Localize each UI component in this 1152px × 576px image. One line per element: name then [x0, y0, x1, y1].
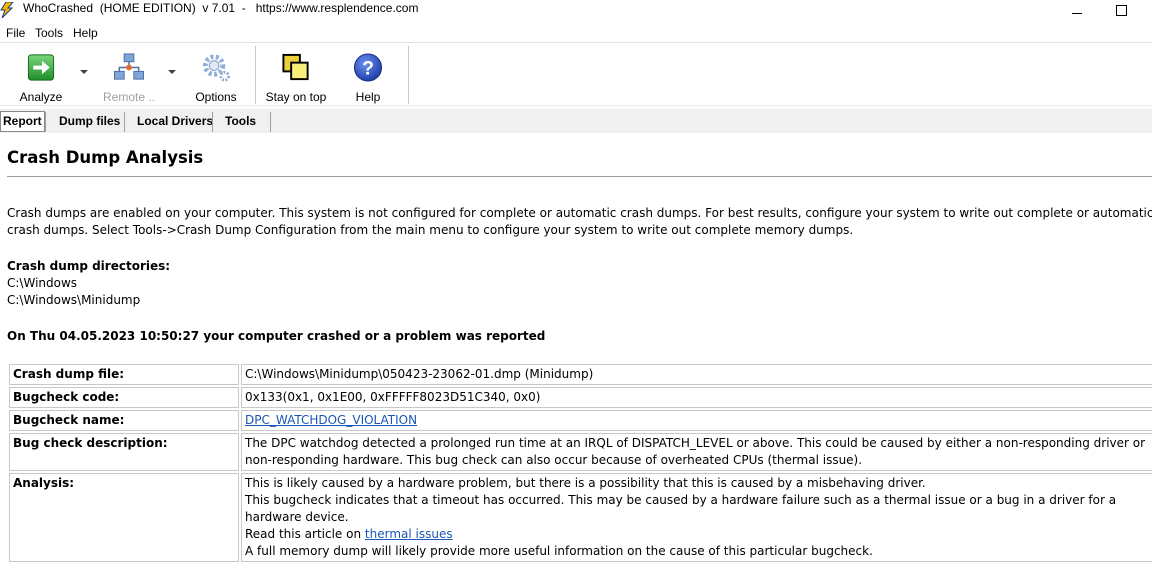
toolbar-divider — [255, 46, 256, 104]
analysis-key: Analysis: — [9, 473, 239, 562]
maximize-icon — [1115, 4, 1127, 16]
tab-bar: Report Dump files Local Drivers Tools — [0, 109, 1152, 133]
dump-file-key: Crash dump file: — [9, 364, 239, 385]
crash-summary: On Thu 04.05.2023 10:50:27 your computer… — [7, 329, 546, 343]
minimize-button[interactable] — [1054, 0, 1100, 20]
dump-dirs-title: Crash dump directories: — [7, 259, 171, 273]
analysis-read-prefix: Read this article on — [245, 527, 365, 541]
menu-tools[interactable]: Tools — [35, 26, 63, 40]
intro-text: Crash dumps are enabled on your computer… — [7, 206, 1152, 237]
bugcheck-name-key: Bugcheck name: — [9, 410, 239, 431]
tab-dump-files[interactable]: Dump files — [57, 112, 122, 131]
description-key: Bug check description: — [9, 433, 239, 471]
analysis-read-line: Read this article on thermal issues — [245, 526, 1151, 543]
table-row: Bugcheck code: 0x133(0x1, 0x1E00, 0xFFFF… — [9, 387, 1152, 408]
bugcheck-code-value: 0x133(0x1, 0x1E00, 0xFFFFF8023D51C340, 0… — [241, 387, 1152, 408]
minimize-icon — [1072, 12, 1082, 14]
table-row: Bug check description: The DPC watchdog … — [9, 433, 1152, 471]
stay-on-top-label: Stay on top — [265, 90, 327, 104]
options-button[interactable]: Options — [192, 44, 240, 104]
menu-file[interactable]: File — [6, 26, 25, 40]
analyze-label: Analyze — [19, 90, 63, 104]
analysis-cell: This is likely caused by a hardware prob… — [241, 473, 1152, 562]
thermal-issues-link[interactable]: thermal issues — [365, 527, 453, 541]
dump-dir-item: C:\Windows\Minidump — [7, 293, 141, 307]
bugcheck-name-link[interactable]: DPC_WATCHDOG_VIOLATION — [245, 413, 417, 427]
gear-icon — [202, 54, 231, 82]
remote-dropdown-icon[interactable] — [168, 70, 176, 74]
remote-label: Remote .. — [102, 90, 156, 104]
tab-divider — [212, 112, 213, 132]
options-label: Options — [195, 90, 237, 104]
dump-file-value: C:\Windows\Minidump\050423-23062-01.dmp … — [241, 364, 1152, 385]
tab-divider — [45, 112, 46, 132]
toolbar: Analyze Remote .. Options Stay on top ? … — [0, 44, 1152, 106]
page-title: Crash Dump Analysis — [7, 148, 204, 167]
toolbar-divider-end — [408, 46, 409, 104]
svg-text:?: ? — [362, 57, 374, 79]
help-question-icon: ? — [353, 53, 383, 82]
tab-divider — [270, 112, 271, 132]
analysis-line: A full memory dump will likely provide m… — [245, 544, 873, 558]
tab-local-drivers[interactable]: Local Drivers — [135, 112, 215, 131]
remote-button[interactable]: Remote .. — [100, 44, 158, 104]
remote-network-icon — [113, 53, 145, 80]
tab-divider — [124, 112, 125, 132]
help-button[interactable]: ? Help — [348, 44, 388, 104]
stay-on-top-icon — [282, 53, 309, 81]
toolbar-bottom-divider — [0, 105, 1152, 106]
bugcheck-code-key: Bugcheck code: — [9, 387, 239, 408]
dump-dir-item: C:\Windows — [7, 276, 78, 290]
menu-help[interactable]: Help — [73, 26, 98, 40]
window-title: WhoCrashed (HOME EDITION) v 7.01 - https… — [23, 1, 419, 15]
menu-divider — [0, 42, 1152, 43]
maximize-button[interactable] — [1098, 0, 1144, 20]
heading-divider — [7, 176, 1152, 177]
table-row: Crash dump file: C:\Windows\Minidump\050… — [9, 364, 1152, 385]
analyze-dropdown-icon[interactable] — [80, 70, 88, 74]
table-row: Bugcheck name: DPC_WATCHDOG_VIOLATION — [9, 410, 1152, 431]
bugcheck-name-cell: DPC_WATCHDOG_VIOLATION — [241, 410, 1152, 431]
table-row: Analysis: This is likely caused by a har… — [9, 473, 1152, 562]
menu-bar: File Tools Help — [0, 24, 1152, 43]
crash-details-table: Crash dump file: C:\Windows\Minidump\050… — [7, 362, 1152, 564]
analyze-arrow-icon — [27, 54, 55, 81]
analyze-button[interactable]: Analyze — [16, 44, 66, 104]
tab-tools[interactable]: Tools — [223, 112, 258, 131]
stay-on-top-button[interactable]: Stay on top — [264, 44, 328, 104]
title-bar: WhoCrashed (HOME EDITION) v 7.01 - https… — [0, 0, 1152, 20]
app-lightning-icon — [0, 2, 14, 18]
help-label: Help — [355, 90, 381, 104]
analysis-line: This bugcheck indicates that a timeout h… — [245, 493, 1117, 524]
tab-report[interactable]: Report — [0, 111, 45, 132]
description-value: The DPC watchdog detected a prolonged ru… — [241, 433, 1152, 471]
analysis-line: This is likely caused by a hardware prob… — [245, 476, 926, 490]
